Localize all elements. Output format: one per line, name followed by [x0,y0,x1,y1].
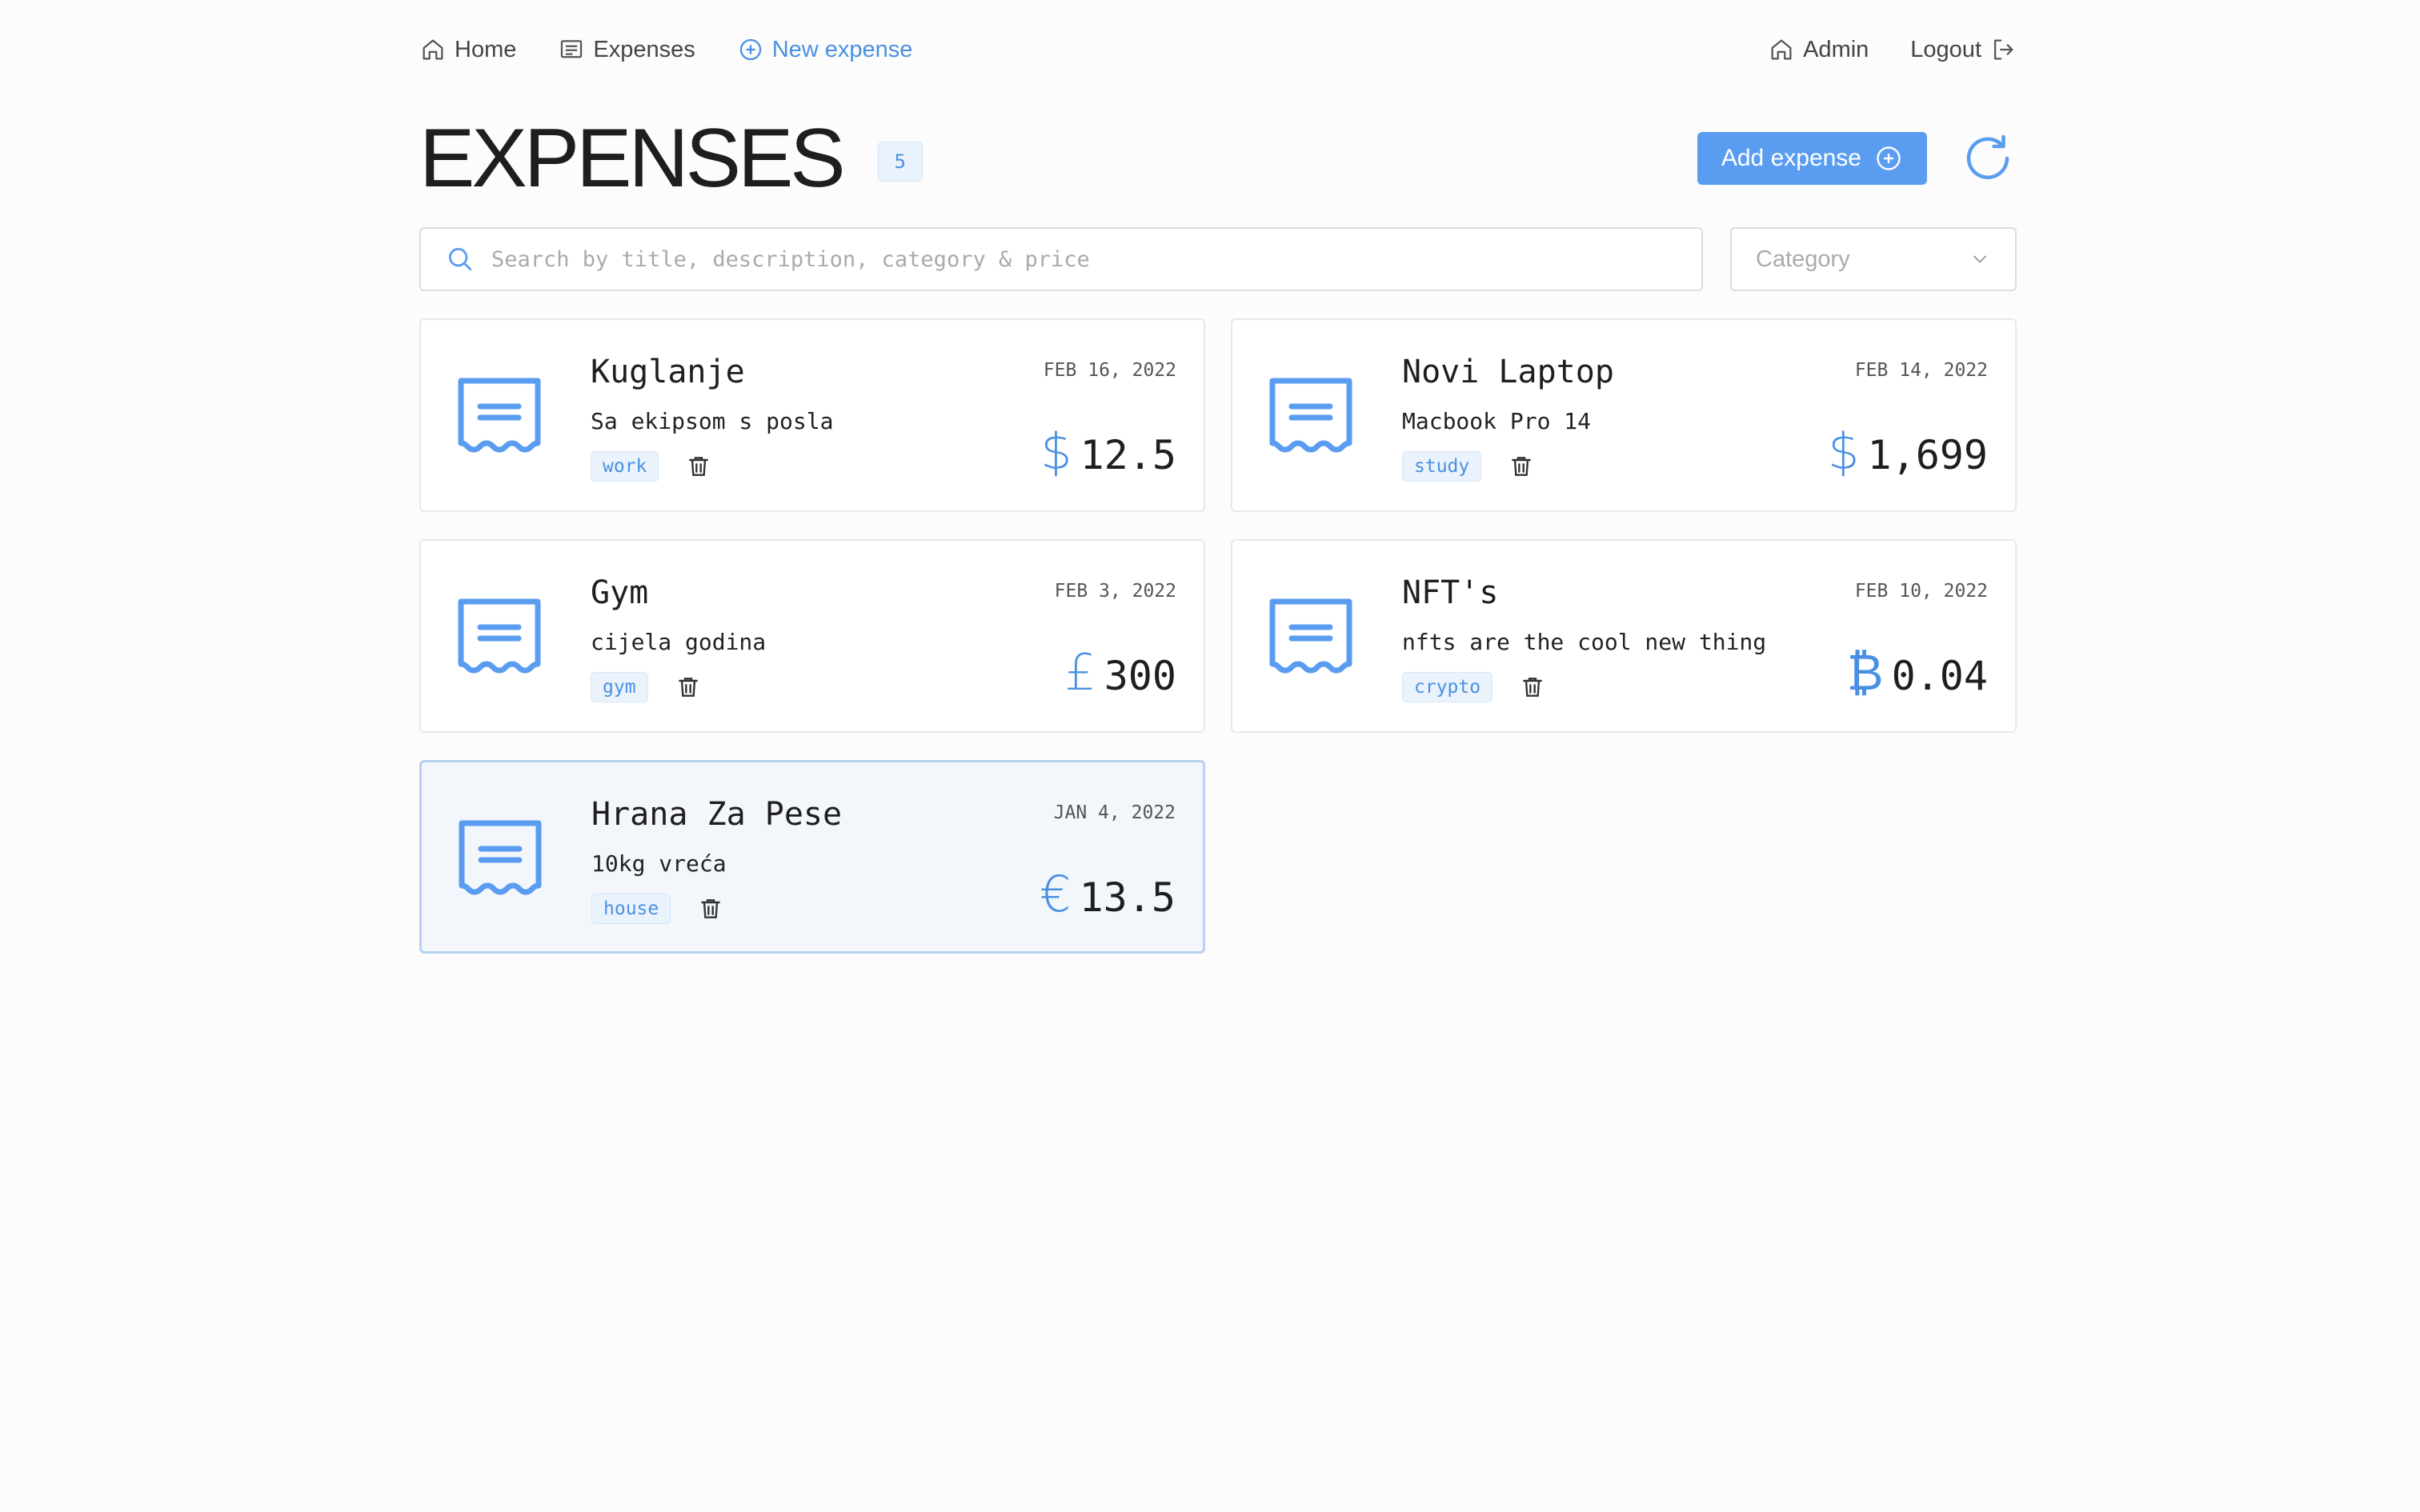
expense-meta: house [591,894,723,924]
expense-meta: study [1402,451,1534,482]
expense-description: Sa ekipsom s posla [591,408,834,434]
expense-card[interactable]: Hrana Za Pese 10kg vreća house JAN 4, 20… [419,760,1205,954]
expense-amount: 12.5 [1080,432,1176,478]
expense-meta: crypto [1402,672,1545,702]
expense-date: FEB 3, 2022 [1054,581,1176,602]
trash-icon[interactable] [675,674,701,700]
expense-description: nfts are the cool new thing [1402,629,1767,655]
nav-home-link[interactable]: Home [419,36,516,63]
trash-icon[interactable] [698,896,723,922]
plus-circle-icon [1877,146,1901,170]
expense-card[interactable]: Novi Laptop Macbook Pro 14 study FEB 14,… [1231,318,2017,512]
expense-date: FEB 16, 2022 [1043,360,1176,381]
expense-title: Novi Laptop [1402,354,1614,390]
top-nav: Home Expenses New expense Admin Logout [419,30,2017,69]
category-tag[interactable]: crypto [1402,672,1493,702]
category-tag[interactable]: study [1402,451,1482,482]
expense-card[interactable]: Gym cijela godina gym FEB 3, 2022 £ 300 [419,539,1205,733]
expense-price: € 13.5 [1040,865,1176,923]
expense-amount: 300 [1104,653,1176,699]
nav-logout-label: Logout [1910,36,1981,62]
expense-date: FEB 14, 2022 [1854,360,1988,381]
expense-list: Kuglanje Sa ekipsom s posla work FEB 16,… [419,318,2017,954]
expense-amount: 0.04 [1891,653,1988,699]
nav-admin-link[interactable]: Admin [1768,36,1869,63]
filters-bar: Category [419,227,2017,291]
category-select[interactable]: Category [1730,227,2017,291]
expense-title: Kuglanje [591,354,745,390]
refresh-icon[interactable] [1959,130,2017,187]
receipt-icon [459,820,542,895]
nav-right: Admin Logout [1726,36,2017,63]
currency-symbol: ₿ [1846,643,1884,702]
expense-title: NFT's [1402,574,1499,611]
expense-card[interactable]: Kuglanje Sa ekipsom s posla work FEB 16,… [419,318,1205,512]
currency-symbol: $ [1828,422,1860,481]
receipt-icon [1269,598,1352,674]
category-tag[interactable]: work [591,451,659,482]
chevron-down-icon [1973,255,1986,263]
expense-price: ₿ 0.04 [1847,643,1988,702]
expense-price: $ 12.5 [1040,422,1176,481]
receipt-icon [458,378,541,453]
expense-date: FEB 10, 2022 [1854,581,1988,602]
add-expense-button[interactable]: Add expense [1697,132,1927,185]
trash-icon[interactable] [686,454,711,479]
expense-price: $ 1,699 [1828,422,1988,481]
expense-amount: 13.5 [1079,874,1176,921]
page-header: EXPENSES 5 Add expense [419,112,2017,205]
currency-symbol: € [1040,865,1072,923]
nav-new-expense-label: New expense [771,36,913,62]
expense-title: Hrana Za Pese [591,796,843,833]
header-actions: Add expense [1697,130,2017,187]
search-icon [448,247,472,271]
nav-logout-link[interactable]: Logout [1910,36,2017,63]
receipt-icon [561,40,583,58]
receipt-icon [1269,378,1352,453]
nav-admin-label: Admin [1803,36,1869,62]
expense-count-badge: 5 [877,142,923,182]
nav-expenses-link[interactable]: Expenses [558,36,695,63]
expense-amount: 1,699 [1867,432,1988,478]
expense-description: 10kg vreća [591,850,727,877]
receipt-icon [458,598,541,674]
currency-symbol: $ [1040,422,1072,481]
nav-new-expense-link[interactable]: New expense [737,36,913,63]
category-tag[interactable]: house [591,894,671,924]
logout-icon [1993,39,2013,60]
trash-icon[interactable] [1520,674,1545,700]
currency-symbol: £ [1064,643,1096,702]
nav-home-label: Home [455,36,517,62]
expense-title: Gym [591,574,649,611]
expense-date: JAN 4, 2022 [1053,802,1176,823]
category-select-value: Category [1756,246,1850,272]
trash-icon[interactable] [1508,454,1534,479]
expense-price: £ 300 [1064,643,1176,702]
expense-meta: gym [591,672,701,702]
expense-card[interactable]: NFT's nfts are the cool new thing crypto… [1231,539,2017,733]
expense-description: Macbook Pro 14 [1402,408,1592,434]
category-tag[interactable]: gym [591,672,648,702]
expense-meta: work [591,451,711,482]
expense-description: cijela godina [591,629,767,655]
nav-left: Home Expenses New expense [419,36,954,63]
plus-circle-icon [739,38,761,61]
add-expense-label: Add expense [1721,145,1861,171]
page-title: EXPENSES [419,111,846,205]
home-icon [423,39,443,60]
search-input[interactable] [491,246,1701,272]
search-box [419,227,1703,291]
home-icon [1771,39,1792,60]
nav-expenses-label: Expenses [593,36,695,62]
